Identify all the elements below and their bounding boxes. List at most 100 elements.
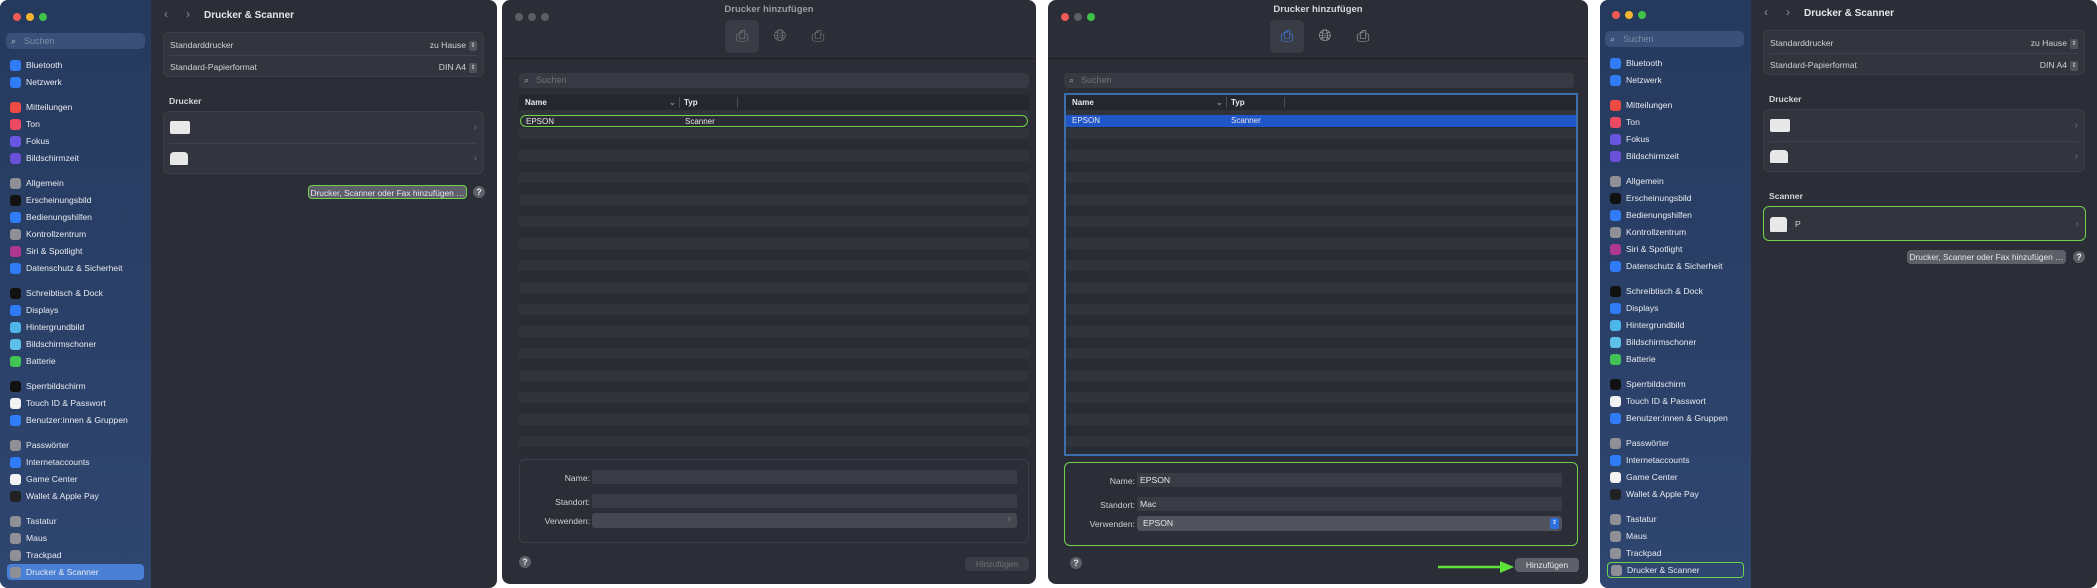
add-button-disabled[interactable]: Hinzufügen — [965, 557, 1029, 571]
sidebar-item-game-center[interactable]: Game Center — [1607, 469, 1744, 485]
sidebar-item-passwörter[interactable]: Passwörter — [1607, 435, 1744, 451]
ip-printers-tab[interactable]: 🌐︎ — [763, 20, 797, 53]
sidebar-item-tastatur[interactable]: Tastatur — [7, 513, 144, 529]
sidebar-item-sperrbildschirm[interactable]: Sperrbildschirm — [1607, 376, 1744, 392]
sidebar-item-erscheinungsbild[interactable]: Erscheinungsbild — [7, 192, 144, 208]
windows-printers-tab[interactable]: ⎙ — [1346, 20, 1380, 53]
sidebar-item-game-center[interactable]: Game Center — [7, 471, 144, 487]
scanner-item[interactable]: P › — [1770, 216, 2079, 232]
sidebar-item-trackpad[interactable]: Trackpad — [7, 547, 144, 563]
sidebar-item-bildschirmschoner[interactable]: Bildschirmschoner — [7, 336, 144, 352]
sidebar-item-kontrollzentrum[interactable]: Kontrollzentrum — [1607, 224, 1744, 240]
sidebar-item-displays[interactable]: Displays — [7, 302, 144, 318]
windows-printers-tab[interactable]: ⎙ — [801, 20, 835, 53]
table-row[interactable]: EPSON Scanner — [520, 115, 1028, 127]
sidebar-item-siri-spotlight[interactable]: Siri & Spotlight — [7, 243, 144, 259]
sidebar-item-fokus[interactable]: Fokus — [7, 133, 144, 149]
sidebar-item-maus[interactable]: Maus — [7, 530, 144, 546]
minimize-button[interactable] — [26, 13, 34, 21]
sidebar-item-wallet-apple-pay[interactable]: Wallet & Apple Pay — [1607, 486, 1744, 502]
sidebar-item-netzwerk[interactable]: Netzwerk — [1607, 72, 1744, 88]
sidebar-item-drucker-scanner[interactable]: Drucker & Scanner — [7, 564, 144, 580]
sidebar-search-input[interactable]: ⌕ Suchen — [1605, 31, 1744, 47]
sidebar-item-benutzer-innen-gruppen[interactable]: Benutzer:innen & Gruppen — [1607, 410, 1744, 426]
sidebar-item-sperrbildschirm[interactable]: Sperrbildschirm — [7, 378, 144, 394]
sidebar-item-tastatur[interactable]: Tastatur — [1607, 511, 1744, 527]
sidebar-item-displays[interactable]: Displays — [1607, 300, 1744, 316]
paper-size-row[interactable]: Standard-Papierformat DIN A4 ⇕ — [170, 62, 477, 73]
sidebar-item-passwörter[interactable]: Passwörter — [7, 437, 144, 453]
printer-row[interactable]: › — [170, 119, 477, 135]
default-printer-row[interactable]: Standarddrucker zu Hause ⇕ — [170, 40, 477, 51]
sidebar-item-bildschirmschoner[interactable]: Bildschirmschoner — [1607, 334, 1744, 350]
sidebar-item-wallet-apple-pay[interactable]: Wallet & Apple Pay — [7, 488, 144, 504]
add-button[interactable]: Hinzufügen — [1515, 558, 1579, 572]
sidebar-item-bildschirmzeit[interactable]: Bildschirmzeit — [7, 150, 144, 166]
sidebar-item-maus[interactable]: Maus — [1607, 528, 1744, 544]
name-field[interactable]: EPSON — [1137, 473, 1562, 487]
use-select[interactable]: ⇕ — [592, 513, 1017, 528]
sidebar-item-allgemein[interactable]: Allgemein — [7, 175, 144, 191]
printer-row[interactable]: › — [1770, 148, 2078, 164]
help-button[interactable]: ? — [1070, 557, 1082, 569]
sidebar-item-internetaccounts[interactable]: Internetaccounts — [1607, 452, 1744, 468]
ip-printers-tab[interactable]: 🌐︎ — [1308, 20, 1342, 53]
sidebar-item-erscheinungsbild[interactable]: Erscheinungsbild — [1607, 190, 1744, 206]
close-button[interactable] — [13, 13, 21, 21]
default-printers-tab[interactable]: ⎙ — [1270, 20, 1304, 53]
add-printer-button[interactable]: Drucker, Scanner oder Fax hinzufügen … — [1907, 250, 2066, 264]
default-printer-row[interactable]: Standarddrucker zu Hause ⇕ — [1770, 38, 2078, 49]
sidebar-item-allgemein[interactable]: Allgemein — [1607, 173, 1744, 189]
sidebar-item-siri-spotlight[interactable]: Siri & Spotlight — [1607, 241, 1744, 257]
sidebar-item-bildschirmzeit[interactable]: Bildschirmzeit — [1607, 148, 1744, 164]
sidebar-item-schreibtisch-dock[interactable]: Schreibtisch & Dock — [7, 285, 144, 301]
sidebar-item-touch-id-passwort[interactable]: Touch ID & Passwort — [7, 395, 144, 411]
sidebar-item-ton[interactable]: Ton — [1607, 114, 1744, 130]
printer-row[interactable]: › — [1770, 117, 2078, 133]
zoom-button[interactable] — [39, 13, 47, 21]
scanner-row[interactable]: P › — [1763, 206, 2086, 241]
search-input[interactable]: ⌕ Suchen — [1064, 73, 1574, 88]
sidebar-item-bedienungshilfen[interactable]: Bedienungshilfen — [7, 209, 144, 225]
sidebar-item-batterie[interactable]: Batterie — [7, 353, 144, 369]
printer-row[interactable]: › — [170, 150, 477, 166]
zoom-button[interactable] — [1638, 11, 1646, 19]
name-field[interactable] — [592, 470, 1017, 484]
use-select[interactable]: EPSON ⇕ — [1137, 516, 1562, 531]
back-icon[interactable]: ‹ — [164, 7, 168, 21]
forward-icon[interactable]: › — [186, 7, 190, 21]
column-header-name[interactable]: Name — [1072, 98, 1094, 107]
sidebar-item-touch-id-passwort[interactable]: Touch ID & Passwort — [1607, 393, 1744, 409]
sidebar-item-fokus[interactable]: Fokus — [1607, 131, 1744, 147]
sidebar-item-ton[interactable]: Ton — [7, 116, 144, 132]
sidebar-item-netzwerk[interactable]: Netzwerk — [7, 74, 144, 90]
help-button[interactable]: ? — [473, 186, 485, 198]
sidebar-item-schreibtisch-dock[interactable]: Schreibtisch & Dock — [1607, 283, 1744, 299]
add-printer-button[interactable]: Drucker, Scanner oder Fax hinzufügen … — [308, 185, 467, 199]
sidebar-item-hintergrundbild[interactable]: Hintergrundbild — [7, 319, 144, 335]
sidebar-item-internetaccounts[interactable]: Internetaccounts — [7, 454, 144, 470]
sidebar-item-datenschutz-sicherheit[interactable]: Datenschutz & Sicherheit — [1607, 258, 1744, 274]
table-row-selected[interactable]: EPSON Scanner — [1066, 115, 1576, 127]
sidebar-item-hintergrundbild[interactable]: Hintergrundbild — [1607, 317, 1744, 333]
sidebar-item-benutzer-innen-gruppen[interactable]: Benutzer:innen & Gruppen — [7, 412, 144, 428]
sidebar-item-drucker-scanner[interactable]: Drucker & Scanner — [1607, 562, 1744, 578]
sidebar-item-trackpad[interactable]: Trackpad — [1607, 545, 1744, 561]
close-button[interactable] — [1612, 11, 1620, 19]
sidebar-item-mitteilungen[interactable]: Mitteilungen — [1607, 97, 1744, 113]
sidebar-item-kontrollzentrum[interactable]: Kontrollzentrum — [7, 226, 144, 242]
sidebar-item-bluetooth[interactable]: Bluetooth — [1607, 55, 1744, 71]
sidebar-search-input[interactable]: ⌕ Suchen — [6, 33, 145, 49]
location-field[interactable] — [592, 494, 1017, 508]
sidebar-item-datenschutz-sicherheit[interactable]: Datenschutz & Sicherheit — [7, 260, 144, 276]
help-button[interactable]: ? — [519, 556, 531, 568]
sidebar-item-mitteilungen[interactable]: Mitteilungen — [7, 99, 144, 115]
search-input[interactable]: ⌕ Suchen — [519, 73, 1029, 88]
sidebar-item-batterie[interactable]: Batterie — [1607, 351, 1744, 367]
location-field[interactable]: Mac — [1137, 497, 1562, 511]
column-header-type[interactable]: Typ — [1231, 98, 1245, 107]
back-icon[interactable]: ‹ — [1764, 5, 1768, 19]
forward-icon[interactable]: › — [1786, 5, 1790, 19]
sidebar-item-bedienungshilfen[interactable]: Bedienungshilfen — [1607, 207, 1744, 223]
column-header-type[interactable]: Typ — [684, 98, 698, 107]
